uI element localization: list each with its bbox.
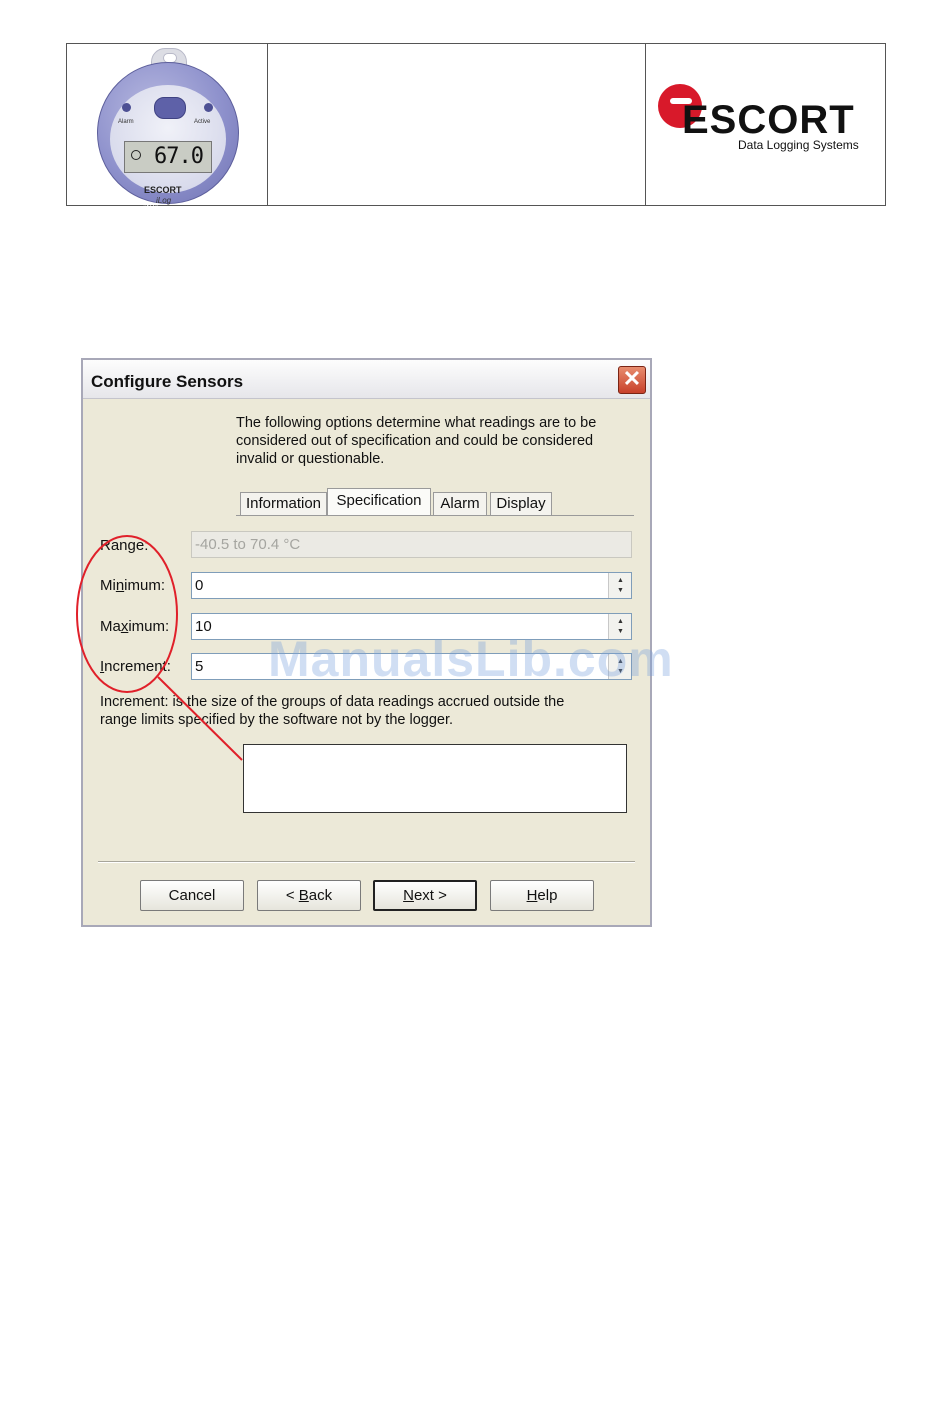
annotation-overlay xyxy=(76,535,243,761)
watermark: ManualsLib.com xyxy=(268,631,674,687)
annotation-ellipse xyxy=(76,535,178,693)
annotation-connector xyxy=(157,676,243,761)
